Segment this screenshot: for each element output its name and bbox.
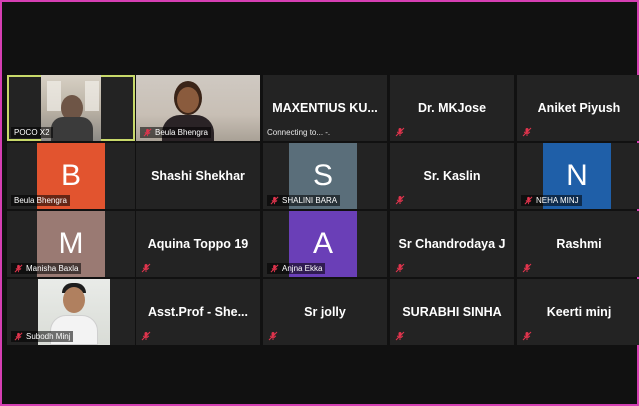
participant-label: NEHA MINJ bbox=[521, 195, 582, 206]
participant-label: Subodh Minj bbox=[11, 331, 74, 342]
participant-tile[interactable]: POCO X2 bbox=[7, 75, 135, 141]
muted-mic-icon bbox=[270, 264, 279, 273]
participant-tile[interactable]: B Beula Bhengra bbox=[7, 143, 135, 209]
participant-tile[interactable]: Shashi Shekhar bbox=[136, 143, 260, 209]
connection-status: Connecting to... -. bbox=[267, 128, 331, 137]
participant-tile[interactable]: Subodh Minj bbox=[7, 279, 135, 345]
participant-label: SHALINI BARA bbox=[267, 195, 341, 206]
participant-tile[interactable]: Keerti minj bbox=[517, 279, 639, 345]
participant-name: Keerti minj bbox=[546, 305, 612, 319]
participant-tile[interactable]: M Manisha Baxla bbox=[7, 211, 135, 277]
muted-mic-icon bbox=[141, 331, 151, 341]
participant-label: Manisha Baxla bbox=[11, 263, 82, 274]
participant-tile[interactable]: Aniket Piyush bbox=[517, 75, 639, 141]
participant-label-text: Beula Bhengra bbox=[155, 128, 208, 137]
participant-label-text: Manisha Baxla bbox=[26, 264, 79, 273]
participant-name: Asst.Prof - She... bbox=[147, 305, 249, 319]
participant-name: Shashi Shekhar bbox=[151, 169, 245, 183]
participant-tile[interactable]: Dr. MKJose bbox=[390, 75, 514, 141]
participant-tile[interactable]: Sr Chandrodaya J bbox=[390, 211, 514, 277]
participant-name: Aquina Toppo 19 bbox=[147, 237, 249, 251]
muted-mic-icon bbox=[395, 195, 405, 205]
participant-tile[interactable]: Asst.Prof - She... bbox=[136, 279, 260, 345]
participant-name: Dr. MKJose bbox=[417, 101, 487, 115]
muted-mic-icon bbox=[522, 127, 532, 137]
participant-label-text: POCO X2 bbox=[14, 128, 50, 137]
muted-mic-icon bbox=[395, 331, 405, 341]
muted-mic-icon bbox=[522, 331, 532, 341]
participant-label-text: Beula Bhengra bbox=[14, 196, 67, 205]
participant-name: Sr Chandrodaya J bbox=[398, 237, 506, 251]
muted-mic-icon bbox=[270, 196, 279, 205]
participant-label: Anjna Ekka bbox=[267, 263, 326, 274]
gallery-grid: POCO X2 Beula Bhengra MAXENTIUS KU... Conne… bbox=[2, 2, 639, 404]
participant-name: Sr jolly bbox=[304, 305, 346, 319]
participant-tile[interactable]: Beula Bhengra bbox=[136, 75, 260, 141]
participant-tile[interactable]: MAXENTIUS KU... Connecting to... -. bbox=[263, 75, 387, 141]
participant-tile[interactable]: S SHALINI BARA bbox=[263, 143, 387, 209]
participant-name: MAXENTIUS KU... bbox=[272, 101, 378, 115]
muted-mic-icon bbox=[14, 332, 23, 341]
participant-label: POCO X2 bbox=[11, 127, 53, 138]
participant-label-text: SHALINI BARA bbox=[282, 196, 338, 205]
participant-label-text: NEHA MINJ bbox=[536, 196, 579, 205]
meeting-window: POCO X2 Beula Bhengra MAXENTIUS KU... Conne… bbox=[0, 0, 639, 406]
muted-mic-icon bbox=[143, 128, 152, 137]
muted-mic-icon bbox=[14, 264, 23, 273]
muted-mic-icon bbox=[268, 331, 278, 341]
participant-tile[interactable]: Sr. Kaslin bbox=[390, 143, 514, 209]
participant-name: Aniket Piyush bbox=[537, 101, 621, 115]
participant-label-text: Anjna Ekka bbox=[282, 264, 323, 273]
participant-tile[interactable]: A Anjna Ekka bbox=[263, 211, 387, 277]
participant-tile[interactable]: N NEHA MINJ bbox=[517, 143, 639, 209]
participant-tile[interactable]: Aquina Toppo 19 bbox=[136, 211, 260, 277]
participant-name: SURABHI SINHA bbox=[402, 305, 502, 319]
participant-name: Sr. Kaslin bbox=[423, 169, 481, 183]
participant-label-text: Subodh Minj bbox=[26, 332, 71, 341]
participant-tile[interactable]: Rashmi bbox=[517, 211, 639, 277]
participant-name: Rashmi bbox=[556, 237, 602, 251]
participant-label: Beula Bhengra bbox=[11, 195, 70, 206]
muted-mic-icon bbox=[522, 263, 532, 273]
muted-mic-icon bbox=[395, 127, 405, 137]
participant-tile[interactable]: SURABHI SINHA bbox=[390, 279, 514, 345]
muted-mic-icon bbox=[524, 196, 533, 205]
muted-mic-icon bbox=[395, 263, 405, 273]
participant-tile[interactable]: Sr jolly bbox=[263, 279, 387, 345]
muted-mic-icon bbox=[141, 263, 151, 273]
participant-label: Beula Bhengra bbox=[140, 127, 211, 138]
